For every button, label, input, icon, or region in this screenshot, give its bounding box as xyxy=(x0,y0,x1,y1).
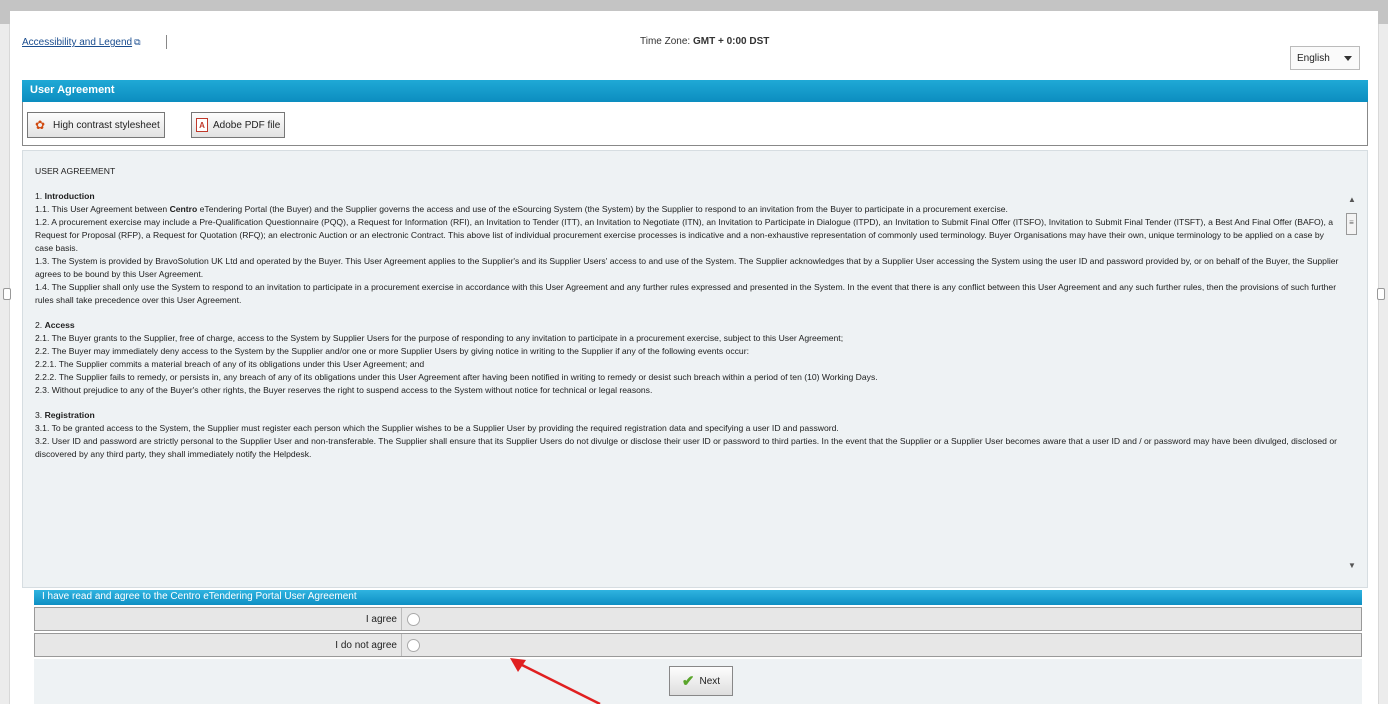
timezone-display: Time Zone: GMT + 0:00 DST xyxy=(640,36,769,47)
language-select[interactable]: English xyxy=(1290,46,1360,70)
agree-row: I agree xyxy=(34,607,1362,631)
panel-title: User Agreement xyxy=(22,80,1368,102)
checkmark-icon: ✔ xyxy=(681,673,695,690)
agreement-paragraph: 1.4. The Supplier shall only use the Sys… xyxy=(35,282,1337,305)
acceptance-header: I have read and agree to the Centro eTen… xyxy=(34,590,1362,605)
high-contrast-button[interactable]: ✿ High contrast stylesheet xyxy=(27,112,165,138)
agreement-paragraph: 3.2. User ID and password are strictly p… xyxy=(35,436,1337,459)
agree-radio[interactable] xyxy=(407,613,420,626)
red-annotation-arrow xyxy=(510,658,601,704)
next-button[interactable]: ✔ Next xyxy=(669,666,733,696)
agreement-paragraph: 1.3. The System is provided by BravoSolu… xyxy=(35,256,1339,279)
agreement-paragraph: 3.1. To be granted access to the System,… xyxy=(35,423,839,433)
agreement-paragraph: 1.1. This User Agreement between Centro … xyxy=(35,204,1008,214)
timezone-value: GMT + 0:00 DST xyxy=(692,36,770,47)
section-title: 1. Introduction xyxy=(35,191,95,201)
right-resize-handle[interactable] xyxy=(1377,288,1385,300)
section-title: 2. Access xyxy=(35,320,75,330)
scroll-up-arrow-icon[interactable]: ▲ xyxy=(1348,195,1356,204)
agreement-scroll-content: USER AGREEMENT 1. Introduction 1.1. This… xyxy=(35,165,1340,583)
agreement-paragraph: 1.2. A procurement exercise may include … xyxy=(35,217,1334,253)
disagree-label: I do not agree xyxy=(335,640,397,651)
agreement-paragraph: 2.2. The Buyer may immediately deny acce… xyxy=(35,346,749,356)
next-label: Next xyxy=(699,675,721,687)
contrast-stylesheet-icon: ✿ xyxy=(34,118,46,132)
timezone-label: Time Zone: xyxy=(640,36,691,47)
language-value: English xyxy=(1297,52,1330,64)
left-frame-border xyxy=(0,24,10,704)
left-resize-handle[interactable] xyxy=(3,288,11,300)
agreement-scrollbar[interactable]: ▲ ≡ ▼ xyxy=(1345,195,1359,575)
window-top-bar xyxy=(0,0,1388,24)
agreement-text-area[interactable]: USER AGREEMENT 1. Introduction 1.1. This… xyxy=(22,150,1368,588)
section-title: 3. Registration xyxy=(35,410,95,420)
agree-label: I agree xyxy=(365,614,397,625)
agreement-heading: USER AGREEMENT xyxy=(35,166,116,176)
scrollbar-thumb[interactable]: ≡ xyxy=(1346,213,1357,235)
agreement-paragraph: 2.2.1. The Supplier commits a material b… xyxy=(35,359,425,369)
pdf-button[interactable]: A Adobe PDF file xyxy=(191,112,286,138)
toolbar: ✿ High contrast stylesheet A Adobe PDF f… xyxy=(22,102,1368,146)
chevron-down-icon xyxy=(1344,56,1352,61)
right-frame-border xyxy=(1378,24,1388,704)
disagree-row: I do not agree xyxy=(34,633,1362,657)
scroll-down-arrow-icon[interactable]: ▼ xyxy=(1348,561,1356,570)
header-divider xyxy=(166,35,167,49)
accessibility-legend-link[interactable]: Accessibility and Legend ⧉ xyxy=(22,37,141,48)
high-contrast-label: High contrast stylesheet xyxy=(53,119,160,131)
disagree-radio[interactable] xyxy=(407,639,420,652)
external-link-icon: ⧉ xyxy=(134,37,141,47)
accessibility-link-label: Accessibility and Legend xyxy=(22,37,133,48)
pdf-label: Adobe PDF file xyxy=(213,119,281,131)
agreement-paragraph: 2.1. The Buyer grants to the Supplier, f… xyxy=(35,333,844,343)
pdf-file-icon: A xyxy=(196,118,208,132)
agreement-paragraph: 2.3. Without prejudice to any of the Buy… xyxy=(35,385,653,395)
agreement-paragraph: 2.2.2. The Supplier fails to remedy, or … xyxy=(35,372,878,382)
